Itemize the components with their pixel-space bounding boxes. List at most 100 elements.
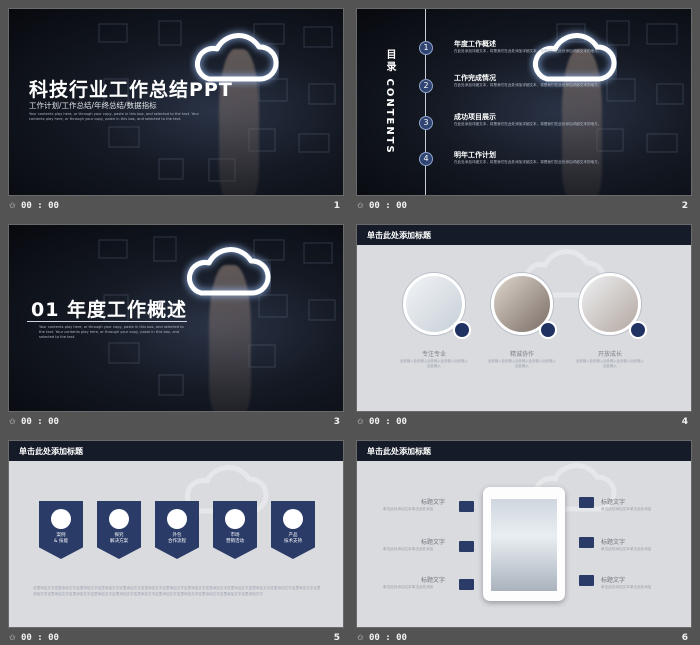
contents-item-title-2[interactable]: 工作完成情况 xyxy=(454,73,496,83)
slide-canvas: 目录 CONTENTS 1 年度工作概述 在此处添加详细文本，将是我们在此处添加… xyxy=(356,8,692,196)
slide-thumbnail-3[interactable]: 01 年度工作概述 Your contents play here, or th… xyxy=(8,224,344,434)
slide-canvas: 科技行业工作总结PPT 工作计划/工作总结/年终总结/数据指标 Your con… xyxy=(8,8,344,196)
timeline-line xyxy=(425,9,426,195)
slide-timing: 00 : 00 xyxy=(369,201,407,211)
transition-star-icon: ✩ xyxy=(9,417,16,426)
slide-canvas: 单击此处添加标题 案例 & 技能 探究 解决方案 外包 合作流程 市场 营销活动… xyxy=(8,440,344,628)
slide-number: 3 xyxy=(333,417,340,427)
feature-title-left-2: 标题文字 xyxy=(421,539,446,546)
feature-title-right-1: 标题文字 xyxy=(601,499,626,506)
slide-title: 科技行业工作总结PPT xyxy=(29,79,233,101)
contents-bullet-4: 4 xyxy=(419,152,433,166)
card-label-3: 开放成长 xyxy=(597,351,622,358)
feature-text-right-2: 单击此处添加文本单击此处添加 xyxy=(601,547,652,551)
shield-card-2: 探究 解决方案 xyxy=(97,501,141,559)
shield-label-3: 外包 合作流程 xyxy=(168,533,186,544)
feature-text-left-1: 单击此处添加文本单击此处添加 xyxy=(383,507,434,511)
contents-bullet-1: 1 xyxy=(419,41,433,55)
feature-text-right-1: 单击此处添加文本单击此处添加 xyxy=(601,507,652,511)
location-icon xyxy=(283,509,303,529)
slide-thumbnail-5[interactable]: 单击此处添加标题 案例 & 技能 探究 解决方案 外包 合作流程 市场 营销活动… xyxy=(8,440,344,645)
tag-icon xyxy=(579,497,594,508)
title-underline xyxy=(27,321,187,322)
contents-item-title-3[interactable]: 成功项目展示 xyxy=(454,112,496,122)
home-icon xyxy=(51,509,71,529)
shield-label-2: 探究 解决方案 xyxy=(110,533,128,544)
cloud-icon xyxy=(109,509,129,529)
contents-item-text-2: 在此处添加详细文本，将是我们在此处添加详细文本，将是我们在此处添加详细文本的地方… xyxy=(454,83,602,87)
mail-icon xyxy=(459,541,474,552)
slide-header-bar: 单击此处添加标题 xyxy=(9,441,343,461)
slide-canvas: 单击此处添加标题 标题文字 单击此处添加文本单击此处添加 标题文字 单击此处添加… xyxy=(356,440,692,628)
slide-timing: 00 : 00 xyxy=(369,417,407,427)
tablet-screen-photo xyxy=(491,499,557,591)
transition-star-icon: ✩ xyxy=(357,201,364,210)
slide-header-bar: 单击此处添加标题 xyxy=(357,225,691,245)
slide-header-title[interactable]: 单击此处添加标题 xyxy=(19,446,83,457)
slide-meta: ✩ 00 : 00 6 xyxy=(356,631,692,645)
slide-header-bar: 单击此处添加标题 xyxy=(357,441,691,461)
section-description: Your contents play here, or through your… xyxy=(39,325,184,339)
shield-card-5: 产品 技术支持 xyxy=(271,501,315,559)
slide-meta: ✩ 00 : 00 3 xyxy=(8,415,344,431)
slide-timing: 00 : 00 xyxy=(21,633,59,643)
check-icon xyxy=(539,321,557,339)
wifi-icon xyxy=(453,321,471,339)
slide-timing: 00 : 00 xyxy=(369,633,407,643)
shield-label-4: 市场 营销活动 xyxy=(226,533,244,544)
card-label-2: 精诚协作 xyxy=(509,351,534,358)
slide-number: 1 xyxy=(333,201,340,211)
transition-star-icon: ✩ xyxy=(9,633,16,642)
slide-description: Your contents play here, or through your… xyxy=(29,112,199,121)
contents-item-text-3: 在此处添加详细文本，将是我们在此处添加详细文本，将是我们在此处添加详细文本的地方… xyxy=(454,122,602,126)
tools-icon xyxy=(225,509,245,529)
transition-star-icon: ✩ xyxy=(357,417,364,426)
slide-timing: 00 : 00 xyxy=(21,201,59,211)
shield-card-1: 案例 & 技能 xyxy=(39,501,83,559)
transition-star-icon: ✩ xyxy=(357,633,364,642)
card-text-2: 此处输入此处输入此处输入此处输入此处输入此处输入 xyxy=(488,359,556,368)
contents-title: 目录 CONTENTS xyxy=(384,49,395,155)
feature-title-left-3: 标题文字 xyxy=(421,577,446,584)
contents-item-title-4[interactable]: 明年工作计划 xyxy=(454,150,496,160)
shield-card-3: 外包 合作流程 xyxy=(155,501,199,559)
slide-timing: 00 : 00 xyxy=(21,417,59,427)
slide-subtitle: 工作计划/工作总结/年终总结/数据指标 xyxy=(29,101,157,110)
feature-text-right-3: 单击此处添加文本单击此处添加 xyxy=(601,585,652,589)
slide-header-title[interactable]: 单击此处添加标题 xyxy=(367,230,431,241)
slide-thumbnail-2[interactable]: 目录 CONTENTS 1 年度工作概述 在此处添加详细文本，将是我们在此处添加… xyxy=(356,8,692,218)
section-title: 01 年度工作概述 xyxy=(31,299,188,321)
card-text-1: 此处输入此处输入此处输入此处输入此处输入此处输入 xyxy=(400,359,468,368)
feature-text-left-2: 单击此处添加文本单击此处添加 xyxy=(383,547,434,551)
slide-thumbnail-6[interactable]: 单击此处添加标题 标题文字 单击此处添加文本单击此处添加 标题文字 单击此处添加… xyxy=(356,440,692,645)
slide-meta: ✩ 00 : 00 5 xyxy=(8,631,344,645)
contents-bullet-3: 3 xyxy=(419,116,433,130)
shield-label-5: 产品 技术支持 xyxy=(284,533,302,544)
document-icon xyxy=(629,321,647,339)
slide-number: 5 xyxy=(333,633,340,643)
shield-card-4: 市场 营销活动 xyxy=(213,501,257,559)
card-text-3: 此处输入此处输入此处输入此处输入此处输入此处输入 xyxy=(576,359,644,368)
user-icon xyxy=(167,509,187,529)
transition-star-icon: ✩ xyxy=(9,201,16,210)
contents-item-text-4: 在此处添加详细文本，将是我们在此处添加详细文本，将是我们在此处添加详细文本的地方… xyxy=(454,160,602,164)
slide-number: 6 xyxy=(681,633,688,643)
tablet-mockup xyxy=(483,487,565,601)
contents-item-title-1[interactable]: 年度工作概述 xyxy=(454,39,496,49)
feature-title-left-1: 标题文字 xyxy=(421,499,446,506)
feature-title-right-3: 标题文字 xyxy=(601,577,626,584)
contents-item-text-1: 在此处添加详细文本，将是我们在此处添加详细文本，将是我们在此处添加详细文本的地方… xyxy=(454,49,602,53)
slide-thumbnail-1[interactable]: 科技行业工作总结PPT 工作计划/工作总结/年终总结/数据指标 Your con… xyxy=(8,8,344,218)
slide-number: 4 xyxy=(681,417,688,427)
slide-header-title[interactable]: 单击此处添加标题 xyxy=(367,446,431,457)
contents-bullet-2: 2 xyxy=(419,79,433,93)
feature-text-left-3: 单击此处添加文本单击此处添加 xyxy=(383,585,434,589)
device-grid-decoration xyxy=(556,20,684,153)
slide-meta: ✩ 00 : 00 1 xyxy=(8,199,344,215)
slide-thumbnail-4[interactable]: 单击此处添加标题 专注专业 此处输入此处输入此处输入此处输入此处输入此处输入 精… xyxy=(356,224,692,434)
slide-canvas: 01 年度工作概述 Your contents play here, or th… xyxy=(8,224,344,412)
shield-label-1: 案例 & 技能 xyxy=(54,533,68,544)
card-label-1: 专注专业 xyxy=(421,351,446,358)
chat-icon xyxy=(579,575,594,586)
feature-title-right-2: 标题文字 xyxy=(601,539,626,546)
